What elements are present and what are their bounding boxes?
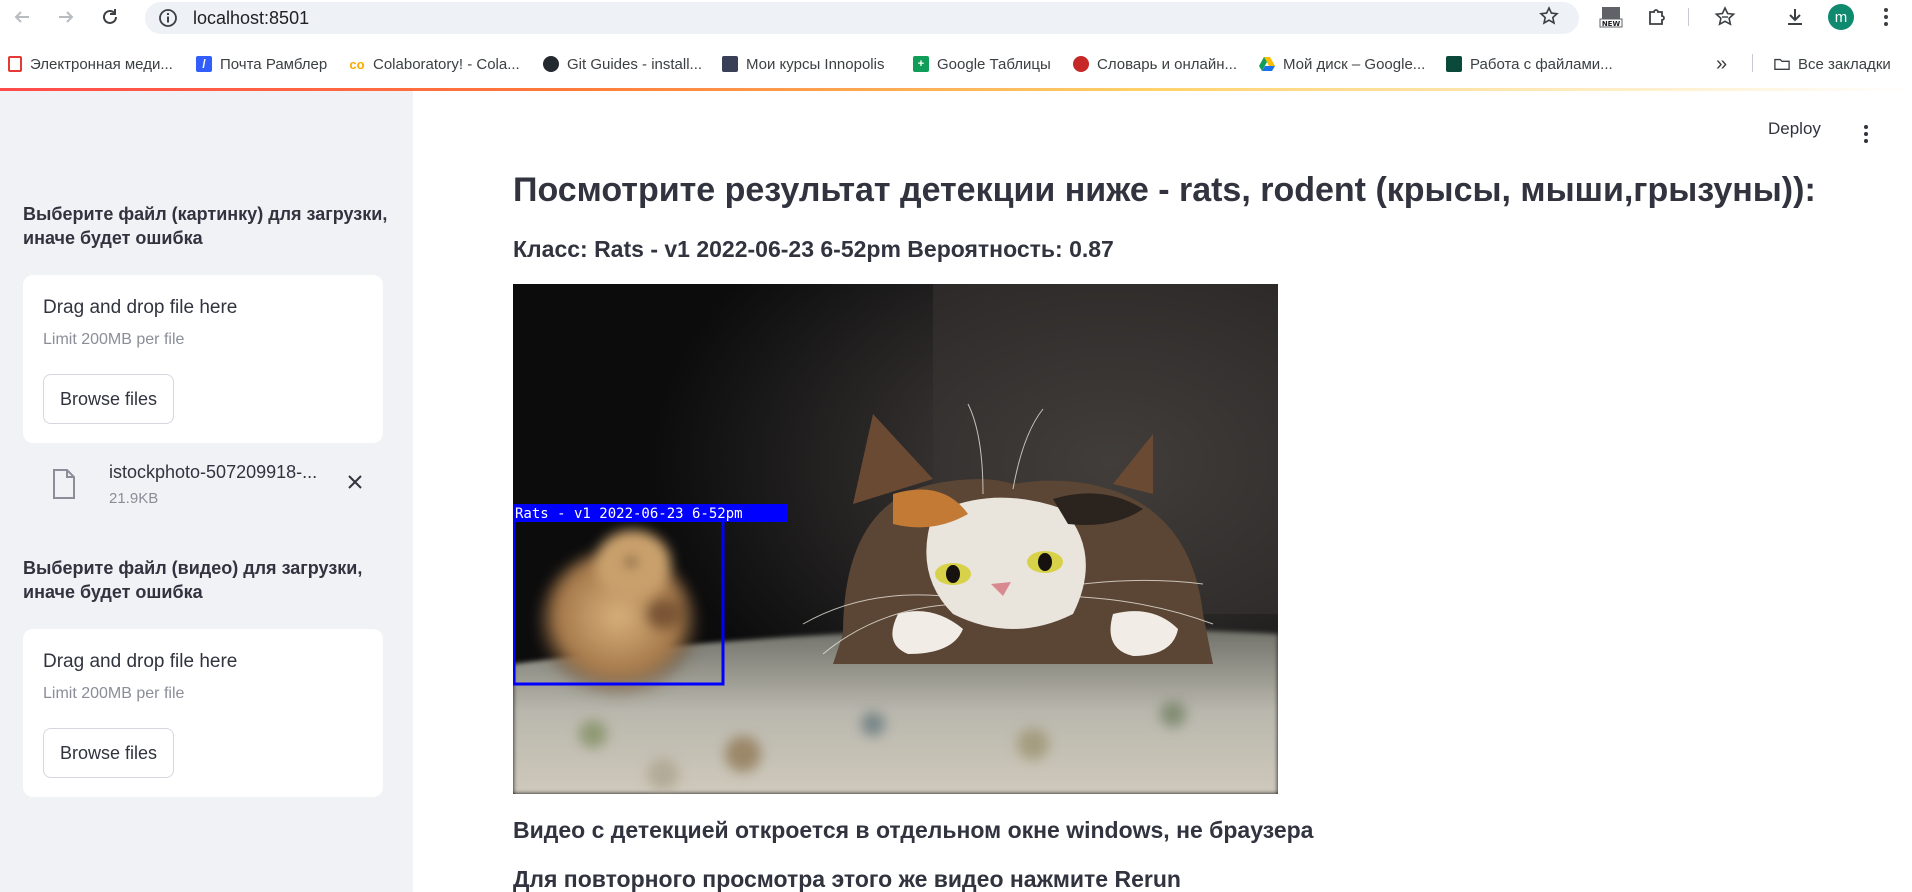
bookmarks-separator xyxy=(1752,54,1753,72)
bookmark-label: Git Guides - install... xyxy=(567,55,703,73)
sheets-icon: + xyxy=(913,56,929,72)
bookmark-colab[interactable]: co Colaboratory! - Cola... xyxy=(349,44,520,84)
forward-button[interactable] xyxy=(44,0,88,34)
bookmark-medical[interactable]: Электронная меди... xyxy=(8,44,173,84)
bookmark-label: Работа с файлами... xyxy=(1470,55,1613,73)
dropzone-title: Drag and drop file here xyxy=(43,297,238,318)
innopolis-icon xyxy=(722,56,738,72)
bookmark-label: Colaboratory! - Cola... xyxy=(373,55,520,73)
uploaded-file-name: istockphoto-507209918-... xyxy=(109,462,318,482)
arrow-right-icon xyxy=(59,11,74,23)
bookmark-label: Мой диск – Google... xyxy=(1283,55,1426,73)
browse-image-button[interactable]: Browse files xyxy=(43,374,174,424)
all-bookmarks[interactable]: Все закладки xyxy=(1774,44,1891,84)
dropzone-limit: Limit 200MB per file xyxy=(43,685,185,702)
bookmark-star-icon[interactable] xyxy=(1539,6,1559,32)
toolbar-separator xyxy=(1688,8,1689,26)
bookmark-label: Мои курсы Innopolis xyxy=(746,55,885,73)
arrow-left-icon xyxy=(14,11,29,23)
more-bookmarks-chevron-icon[interactable]: » xyxy=(1716,44,1740,84)
url-text[interactable]: localhost:8501 xyxy=(193,8,309,29)
svg-text:NEW: NEW xyxy=(1602,20,1621,28)
folder-icon xyxy=(1774,56,1790,72)
sidebar: Выберите файл (картинку) для загрузки, и… xyxy=(0,91,413,892)
rerun-note: Для повторного просмотра этого же видео … xyxy=(513,866,1181,892)
chrome-menu-icon[interactable] xyxy=(1874,0,1898,34)
uploaded-file-row: istockphoto-507209918-... 21.9KB xyxy=(23,462,383,522)
reload-button[interactable] xyxy=(88,0,132,34)
new-extension-icon[interactable]: NEW xyxy=(1599,5,1623,29)
video-window-note: Видео с детекцией откроется в отдельном … xyxy=(513,817,1314,843)
detection-class-line: Класс: Rats - v1 2022-06-23 6-52pm Вероя… xyxy=(513,236,1114,262)
address-bar[interactable]: localhost:8501 xyxy=(145,2,1579,34)
video-uploader-label: Выберите файл (видео) для загрузки, инач… xyxy=(23,558,363,602)
remove-file-close-icon[interactable] xyxy=(341,468,369,496)
deploy-button[interactable]: Deploy xyxy=(1768,119,1821,139)
all-bookmarks-label: Все закладки xyxy=(1798,55,1891,73)
bookmark-label: Почта Рамблер xyxy=(220,55,328,73)
bookmarks-bar: Электронная меди... / Почта Рамблер co C… xyxy=(0,44,1912,84)
site-info-icon[interactable] xyxy=(157,7,179,29)
main-menu-icon[interactable] xyxy=(1856,120,1876,148)
bookmark-innopolis[interactable]: Мои курсы Innopolis xyxy=(722,44,884,84)
dropzone-title: Drag and drop file here xyxy=(43,651,238,672)
reading-list-star-icon[interactable] xyxy=(1710,0,1740,34)
bookmark-git-guides[interactable]: Git Guides - install... xyxy=(543,44,702,84)
bookmark-label: Google Таблицы xyxy=(937,55,1051,73)
bookmark-dictionary[interactable]: Словарь и онлайн... xyxy=(1073,44,1237,84)
detection-result-image: Rats - v1 2022-06-23 6-52pm xyxy=(513,284,1278,794)
image-dropzone[interactable]: Drag and drop file here Limit 200MB per … xyxy=(23,275,383,443)
bookmark-label: Электронная меди... xyxy=(30,55,173,73)
bookmark-file-work[interactable]: Работа с файлами... xyxy=(1446,44,1613,84)
bookmark-rambler[interactable]: / Почта Рамблер xyxy=(196,44,327,84)
file-icon xyxy=(51,468,77,505)
extensions-puzzle-icon[interactable] xyxy=(1642,0,1672,34)
github-icon xyxy=(543,56,559,72)
page-title: Посмотрите результат детекции ниже - rat… xyxy=(513,171,1816,209)
reload-icon xyxy=(103,9,117,24)
bookmark-google-drive[interactable]: Мой диск – Google... xyxy=(1259,44,1425,84)
dropzone-limit: Limit 200MB per file xyxy=(43,331,185,348)
bookmark-google-sheets[interactable]: + Google Таблицы xyxy=(913,44,1051,84)
dictionary-icon xyxy=(1073,56,1089,72)
uploaded-file-size: 21.9KB xyxy=(109,490,159,507)
profile-avatar[interactable]: m xyxy=(1828,4,1854,30)
rambler-icon: / xyxy=(196,56,212,72)
download-icon[interactable] xyxy=(1780,0,1810,34)
back-button[interactable] xyxy=(0,0,44,34)
medical-bookmark-icon xyxy=(8,56,22,72)
file-work-icon xyxy=(1446,56,1462,72)
detection-label-text: Rats - v1 2022-06-23 6-52pm xyxy=(515,506,743,522)
colab-icon: co xyxy=(349,56,365,72)
drive-icon xyxy=(1259,56,1275,72)
bookmark-label: Словарь и онлайн... xyxy=(1097,55,1237,73)
image-uploader-label: Выберите файл (картинку) для загрузки, и… xyxy=(23,204,388,248)
video-dropzone[interactable]: Drag and drop file here Limit 200MB per … xyxy=(23,629,383,797)
browse-video-button[interactable]: Browse files xyxy=(43,728,174,778)
